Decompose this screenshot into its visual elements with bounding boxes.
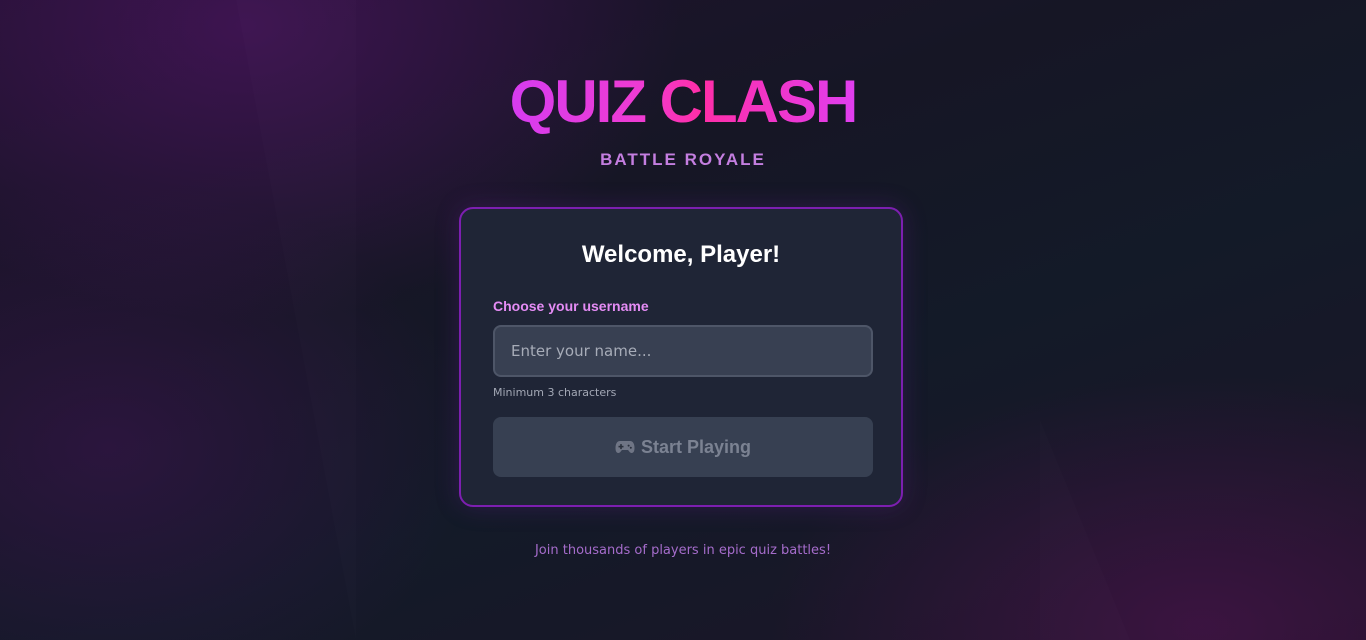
username-label: Choose your username — [493, 298, 649, 314]
start-playing-label: Start Playing — [640, 436, 752, 457]
game-title: QUIZ CLASH — [0, 66, 1366, 138]
username-hint: Minimum 3 characters — [493, 386, 617, 399]
game-subtitle: BATTLE ROYALE — [600, 150, 766, 169]
start-playing-button[interactable]: Start Playing — [493, 417, 873, 477]
gamepad-icon — [615, 441, 635, 453]
footer-tagline: Join thousands of players in epic quiz b… — [534, 543, 832, 558]
welcome-heading: Welcome, Player! — [581, 241, 781, 268]
username-input[interactable] — [493, 325, 873, 377]
game-title-text: QUIZ CLASH — [509, 68, 859, 135]
login-card: Welcome, Player! Choose your username Mi… — [459, 207, 903, 507]
background-ray — [1040, 420, 1130, 640]
